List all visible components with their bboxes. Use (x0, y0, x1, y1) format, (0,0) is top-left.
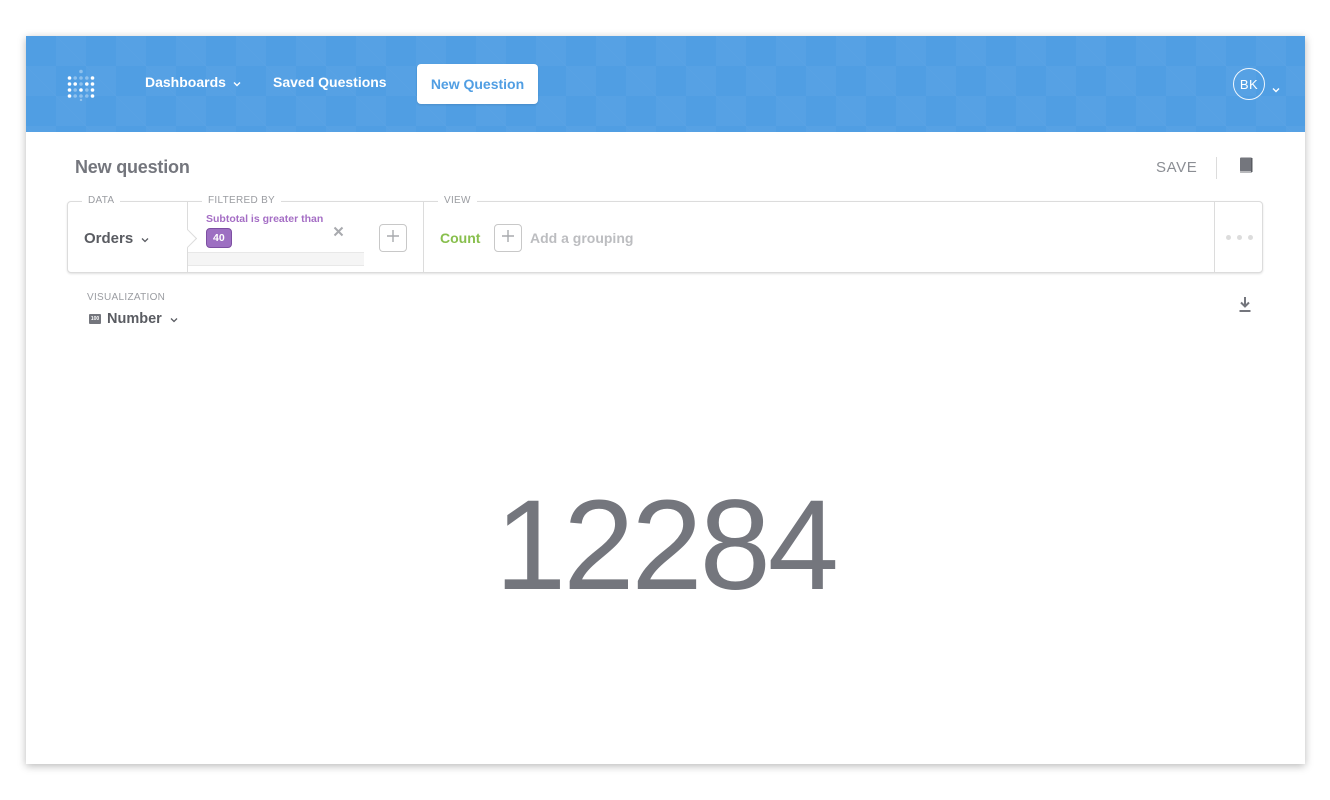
ellipsis-icon (1223, 234, 1256, 240)
query-builder: DATA Orders FILTERED BY Subtotal is grea… (67, 195, 1263, 273)
filter-widget[interactable]: Subtotal is greater than 40 (206, 213, 323, 248)
nav-saved-questions[interactable]: Saved Questions (273, 74, 387, 90)
new-question-label: New Question (430, 76, 525, 92)
filter-section-label: FILTERED BY (202, 195, 282, 207)
view-section-label: VIEW (438, 195, 477, 207)
filter-section: FILTERED BY Subtotal is greater than 40 (188, 195, 424, 272)
data-section-label: DATA (82, 195, 121, 207)
add-grouping-link[interactable]: Add a grouping (530, 230, 633, 246)
view-section: VIEW Count Add a grouping (424, 195, 1214, 272)
download-icon[interactable] (1239, 297, 1251, 318)
filter-value-badge: 40 (206, 228, 232, 248)
plus-icon (501, 229, 515, 248)
add-filter-button[interactable] (379, 224, 407, 252)
bookmark-icon[interactable] (1239, 157, 1253, 179)
close-icon[interactable] (333, 224, 344, 242)
plus-icon (386, 229, 400, 248)
visualization-selector[interactable]: 100 Number (89, 310, 178, 328)
chevron-down-icon (141, 230, 149, 247)
header-divider (1216, 157, 1217, 179)
table-name: Orders (84, 230, 134, 247)
metabase-logo-icon[interactable] (67, 69, 95, 101)
nav-saved-questions-label: Saved Questions (273, 74, 387, 90)
filter-description: Subtotal is greater than (206, 213, 324, 225)
nav-dashboards-label: Dashboards (145, 74, 226, 90)
add-grouping-button[interactable] (494, 224, 522, 252)
scalar-result-value: 12284 (495, 474, 839, 617)
visualization-label: VISUALIZATION (87, 292, 166, 303)
chevron-down-icon[interactable] (1272, 80, 1280, 98)
filter-scroll-track (188, 252, 364, 266)
page-title: New question (75, 157, 190, 177)
save-button[interactable]: SAVE (1156, 159, 1197, 176)
data-section: DATA Orders (68, 195, 188, 272)
more-options-button[interactable] (1215, 202, 1263, 272)
user-initials: BK (1239, 76, 1259, 92)
app-window: Dashboards Saved Questions New Question … (26, 36, 1305, 764)
user-avatar[interactable]: BK (1233, 68, 1265, 100)
number-viz-icon: 100 (89, 314, 101, 324)
chevron-down-icon (170, 310, 178, 328)
visualization-type: Number (107, 311, 162, 327)
aggregation-selector[interactable]: Count (440, 230, 480, 246)
nav-dashboards[interactable]: Dashboards (145, 74, 241, 90)
top-navbar: Dashboards Saved Questions New Question … (26, 36, 1305, 132)
chevron-down-icon (233, 74, 241, 90)
new-question-button[interactable]: New Question (417, 64, 538, 104)
table-selector[interactable]: Orders (84, 230, 149, 247)
